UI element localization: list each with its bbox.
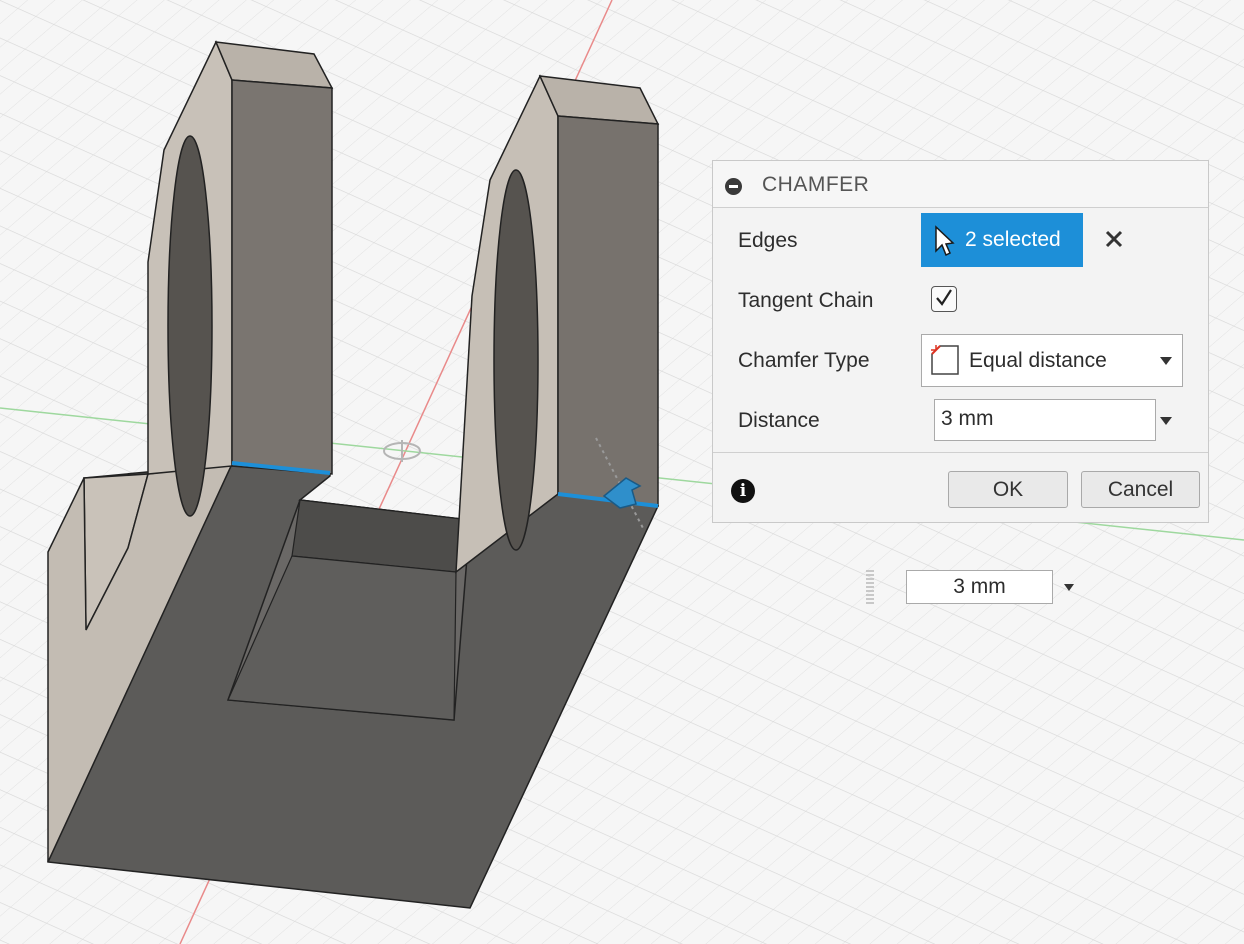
left-hole — [167, 135, 213, 517]
floating-distance-input: 3 mm — [858, 566, 1082, 608]
distance-label: Distance — [738, 409, 820, 432]
equal-distance-icon — [931, 345, 959, 375]
info-icon[interactable]: i — [731, 479, 755, 503]
dialog-header: CHAMFER — [713, 161, 1208, 208]
chevron-down-icon[interactable] — [1160, 357, 1172, 365]
chamfer-type-label: Chamfer Type — [738, 349, 870, 372]
edges-select-button[interactable]: 2 selected — [921, 213, 1083, 267]
chamfer-type-value: Equal distance — [969, 349, 1107, 372]
cancel-button[interactable]: Cancel — [1081, 471, 1200, 508]
floating-dropdown-icon[interactable] — [1064, 584, 1074, 591]
floating-distance-value[interactable]: 3 mm — [906, 570, 1053, 604]
collapse-icon[interactable] — [725, 178, 742, 195]
distance-input[interactable]: 3 mm — [934, 399, 1156, 441]
distance-dropdown-icon[interactable] — [1160, 417, 1172, 425]
chamfer-type-select[interactable]: Equal distance — [921, 334, 1183, 387]
checkmark-icon — [936, 289, 952, 306]
edges-selection-count: 2 selected — [965, 228, 1061, 251]
tangent-chain-checkbox[interactable] — [931, 286, 957, 312]
right-hole — [493, 169, 539, 551]
tangent-chain-label: Tangent Chain — [738, 289, 874, 312]
cursor-icon — [935, 225, 955, 257]
dialog-title: CHAMFER — [762, 173, 870, 196]
chamfer-dialog: CHAMFER Edges 2 selected Tangent Chain C… — [712, 160, 1209, 523]
ok-button[interactable]: OK — [948, 471, 1068, 508]
clear-selection-icon[interactable] — [1102, 227, 1126, 251]
edges-label: Edges — [738, 229, 798, 252]
dialog-footer: i OK Cancel — [713, 452, 1208, 524]
drag-handle[interactable] — [866, 570, 874, 604]
